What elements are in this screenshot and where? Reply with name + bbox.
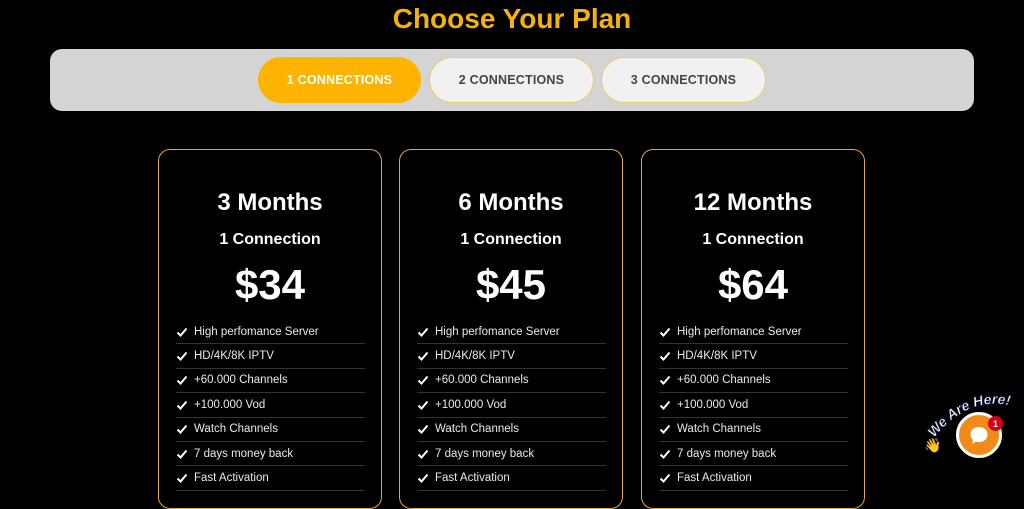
check-icon bbox=[659, 327, 671, 337]
feature-item: +100.000 Vod bbox=[417, 393, 606, 418]
feature-list: High perfomance Server HD/4K/8K IPTV +60… bbox=[659, 320, 848, 491]
feature-item: +60.000 Channels bbox=[659, 369, 848, 394]
feature-list: High perfomance Server HD/4K/8K IPTV +60… bbox=[417, 320, 606, 491]
tab-2-connections[interactable]: 2 CONNECTIONS bbox=[429, 57, 594, 103]
plan-card-12-months: 12 Months 1 Connection $64 High perfoman… bbox=[641, 149, 865, 509]
feature-label: +100.000 Vod bbox=[194, 398, 266, 411]
feature-label: +60.000 Channels bbox=[194, 374, 288, 387]
connections-tab-bar: 1 CONNECTIONS 2 CONNECTIONS 3 CONNECTION… bbox=[50, 49, 974, 111]
feature-item: +60.000 Channels bbox=[176, 369, 365, 394]
plan-price: $45 bbox=[475, 261, 547, 308]
feature-label: +60.000 Channels bbox=[677, 374, 771, 387]
plan-connections: 1 Connection bbox=[460, 231, 562, 248]
feature-label: High perfomance Server bbox=[435, 325, 560, 338]
feature-item: Watch Channels bbox=[659, 418, 848, 442]
feature-label: 7 days money back bbox=[435, 447, 535, 460]
check-icon bbox=[176, 351, 188, 362]
check-icon bbox=[417, 351, 429, 362]
plan-duration: 6 Months bbox=[458, 189, 564, 216]
feature-item: HD/4K/8K IPTV bbox=[417, 344, 606, 369]
feature-label: 7 days money back bbox=[677, 447, 777, 460]
feature-label: +100.000 Vod bbox=[677, 398, 749, 411]
feature-label: Fast Activation bbox=[677, 472, 752, 485]
feature-item: Fast Activation bbox=[176, 466, 365, 491]
feature-label: Fast Activation bbox=[435, 472, 510, 485]
chat-widget[interactable]: We Are Here! 👋 1 bbox=[920, 390, 1024, 477]
feature-item: 7 days money back bbox=[417, 442, 606, 467]
check-icon bbox=[659, 425, 671, 435]
check-icon bbox=[176, 449, 188, 459]
page-title: Choose Your Plan bbox=[392, 3, 632, 34]
feature-label: +60.000 Channels bbox=[435, 374, 529, 387]
feature-item: HD/4K/8K IPTV bbox=[659, 344, 848, 369]
check-icon bbox=[176, 327, 188, 337]
feature-item: 7 days money back bbox=[659, 442, 848, 467]
feature-item: +100.000 Vod bbox=[176, 393, 365, 418]
plan-duration: 3 Months bbox=[217, 189, 323, 216]
feature-list: High perfomance Server HD/4K/8K IPTV +60… bbox=[176, 320, 365, 491]
feature-label: Fast Activation bbox=[194, 472, 269, 485]
check-icon bbox=[176, 425, 188, 435]
check-icon bbox=[659, 400, 671, 410]
check-icon bbox=[176, 400, 188, 410]
feature-label: High perfomance Server bbox=[677, 325, 802, 338]
feature-label: Watch Channels bbox=[677, 423, 761, 436]
feature-label: 7 days money back bbox=[194, 447, 294, 460]
plan-card-6-months: 6 Months 1 Connection $45 High perfomanc… bbox=[399, 149, 623, 509]
feature-item: Fast Activation bbox=[417, 466, 606, 491]
plan-connections: 1 Connection bbox=[219, 231, 321, 248]
tab-1-connections[interactable]: 1 CONNECTIONS bbox=[258, 57, 421, 103]
check-icon bbox=[176, 473, 188, 484]
feature-label: HD/4K/8K IPTV bbox=[435, 350, 515, 363]
feature-item: High perfomance Server bbox=[659, 320, 848, 345]
check-icon bbox=[659, 473, 671, 484]
feature-label: HD/4K/8K IPTV bbox=[194, 350, 274, 363]
feature-item: Watch Channels bbox=[417, 418, 606, 442]
feature-label: Watch Channels bbox=[194, 423, 278, 436]
feature-item: Watch Channels bbox=[176, 418, 365, 442]
plan-connections: 1 Connection bbox=[702, 231, 804, 248]
plan-price: $34 bbox=[234, 261, 306, 308]
check-icon bbox=[417, 473, 429, 484]
check-icon bbox=[659, 449, 671, 459]
chat-icon bbox=[970, 427, 988, 444]
check-icon bbox=[417, 425, 429, 435]
feature-item: +100.000 Vod bbox=[659, 393, 848, 418]
feature-item: +60.000 Channels bbox=[417, 369, 606, 394]
feature-label: High perfomance Server bbox=[194, 325, 319, 338]
check-icon bbox=[417, 449, 429, 459]
feature-item: 7 days money back bbox=[176, 442, 365, 467]
feature-label: HD/4K/8K IPTV bbox=[677, 350, 757, 363]
check-icon bbox=[417, 400, 429, 410]
feature-item: High perfomance Server bbox=[176, 320, 365, 345]
feature-item: HD/4K/8K IPTV bbox=[176, 344, 365, 369]
wave-hand-icon: 👋 bbox=[924, 437, 942, 453]
feature-label: Watch Channels bbox=[435, 423, 519, 436]
notification-badge: 1 bbox=[988, 416, 1003, 431]
check-icon bbox=[176, 376, 188, 386]
check-icon bbox=[659, 351, 671, 362]
feature-label: +100.000 Vod bbox=[435, 398, 507, 411]
check-icon bbox=[659, 376, 671, 386]
check-icon bbox=[417, 327, 429, 337]
plan-duration: 12 Months bbox=[693, 189, 813, 216]
tab-3-connections[interactable]: 3 CONNECTIONS bbox=[601, 57, 766, 103]
plan-card-3-months: 3 Months 1 Connection $34 High perfomanc… bbox=[158, 149, 382, 509]
feature-item: High perfomance Server bbox=[417, 320, 606, 345]
feature-item: Fast Activation bbox=[659, 466, 848, 491]
plan-price: $64 bbox=[717, 261, 789, 308]
check-icon bbox=[417, 376, 429, 386]
